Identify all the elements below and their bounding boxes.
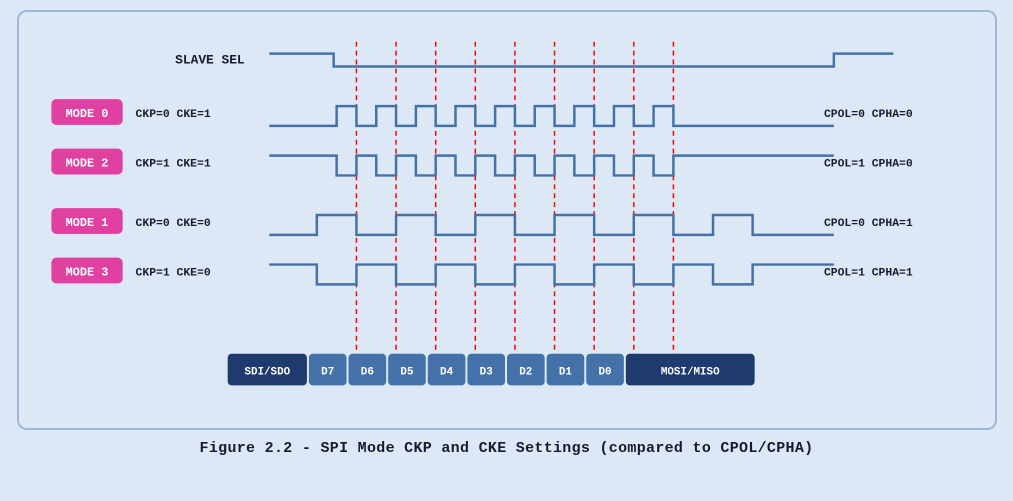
svg-text:D5: D5 [400, 367, 413, 379]
svg-text:CPOL=0 CPHA=1: CPOL=0 CPHA=1 [823, 218, 912, 230]
svg-text:D4: D4 [440, 367, 454, 379]
diagram-box: SLAVE SEL MODE 0 CKP=0 CKE=1 CPOL=0 CPHA… [17, 10, 997, 430]
svg-text:MODE 0: MODE 0 [65, 107, 108, 121]
svg-text:D1: D1 [558, 367, 572, 379]
svg-text:MODE 1: MODE 1 [65, 216, 108, 230]
svg-text:CPOL=1 CPHA=1: CPOL=1 CPHA=1 [823, 267, 912, 279]
svg-text:D6: D6 [360, 367, 373, 379]
svg-text:CKP=1 CKE=1: CKP=1 CKE=1 [135, 159, 210, 171]
svg-text:D7: D7 [321, 367, 334, 379]
svg-text:SLAVE SEL: SLAVE SEL [175, 53, 245, 68]
svg-text:CKP=0 CKE=1: CKP=0 CKE=1 [135, 109, 210, 121]
svg-text:CKP=1 CKE=0: CKP=1 CKE=0 [135, 267, 210, 279]
svg-text:MOSI/MISO: MOSI/MISO [660, 367, 719, 379]
svg-text:CPOL=1 CPHA=0: CPOL=1 CPHA=0 [823, 159, 912, 171]
svg-text:D0: D0 [598, 367, 611, 379]
svg-text:MODE 3: MODE 3 [65, 265, 108, 279]
figure-caption: Figure 2.2 - SPI Mode CKP and CKE Settin… [200, 440, 814, 457]
svg-text:MODE 2: MODE 2 [65, 157, 108, 171]
svg-text:D2: D2 [519, 367, 532, 379]
svg-text:SDI/SDO: SDI/SDO [244, 367, 290, 379]
svg-text:D3: D3 [479, 367, 492, 379]
svg-text:CPOL=0 CPHA=0: CPOL=0 CPHA=0 [823, 109, 912, 121]
svg-text:CKP=0 CKE=0: CKP=0 CKE=0 [135, 218, 210, 230]
page-container: SLAVE SEL MODE 0 CKP=0 CKE=1 CPOL=0 CPHA… [0, 0, 1013, 501]
